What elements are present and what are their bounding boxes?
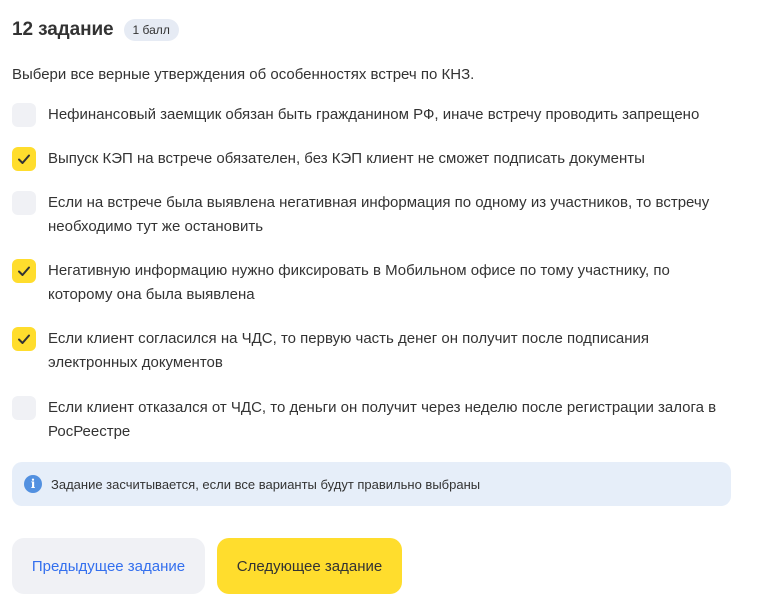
previous-task-button[interactable]: Предыдущее задание	[12, 538, 205, 594]
task-page: 12 задание 1 балл Выбери все верные утве…	[0, 0, 769, 599]
option-label[interactable]: Если на встрече была выявлена негативная…	[48, 191, 723, 239]
option-label[interactable]: Нефинансовый заемщик обязан быть граждан…	[48, 103, 723, 127]
option-1[interactable]: Нефинансовый заемщик обязан быть граждан…	[12, 103, 732, 127]
option-label[interactable]: Если клиент отказался от ЧДС, то деньги …	[48, 396, 723, 444]
task-title: 12 задание	[12, 19, 114, 40]
option-2[interactable]: Выпуск КЭП на встрече обязателен, без КЭ…	[12, 147, 732, 171]
option-checkbox[interactable]	[12, 259, 36, 283]
option-6[interactable]: Если клиент отказался от ЧДС, то деньги …	[12, 396, 732, 444]
checkmark-icon	[18, 334, 30, 344]
info-icon: i	[24, 475, 42, 493]
info-text: Задание засчитывается, если все варианты…	[51, 476, 481, 492]
points-badge: 1 балл	[123, 19, 179, 41]
option-checkbox[interactable]	[12, 147, 36, 171]
info-banner: i Задание засчитывается, если все вариан…	[12, 462, 731, 506]
option-label[interactable]: Негативную информацию нужно фиксировать …	[48, 259, 723, 307]
task-instruction: Выбери все верные утверждения об особенн…	[12, 66, 475, 83]
next-task-button[interactable]: Следующее задание	[217, 538, 402, 594]
task-header: 12 задание 1 балл	[12, 19, 179, 41]
option-5[interactable]: Если клиент согласился на ЧДС, то первую…	[12, 327, 732, 375]
checkmark-icon	[18, 266, 30, 276]
option-checkbox[interactable]	[12, 103, 36, 127]
option-checkbox[interactable]	[12, 191, 36, 215]
option-checkbox[interactable]	[12, 396, 36, 420]
option-3[interactable]: Если на встрече была выявлена негативная…	[12, 191, 732, 239]
option-label[interactable]: Выпуск КЭП на встрече обязателен, без КЭ…	[48, 147, 723, 171]
option-4[interactable]: Негативную информацию нужно фиксировать …	[12, 259, 732, 307]
checkmark-icon	[18, 154, 30, 164]
option-checkbox[interactable]	[12, 327, 36, 351]
option-label[interactable]: Если клиент согласился на ЧДС, то первую…	[48, 327, 723, 375]
